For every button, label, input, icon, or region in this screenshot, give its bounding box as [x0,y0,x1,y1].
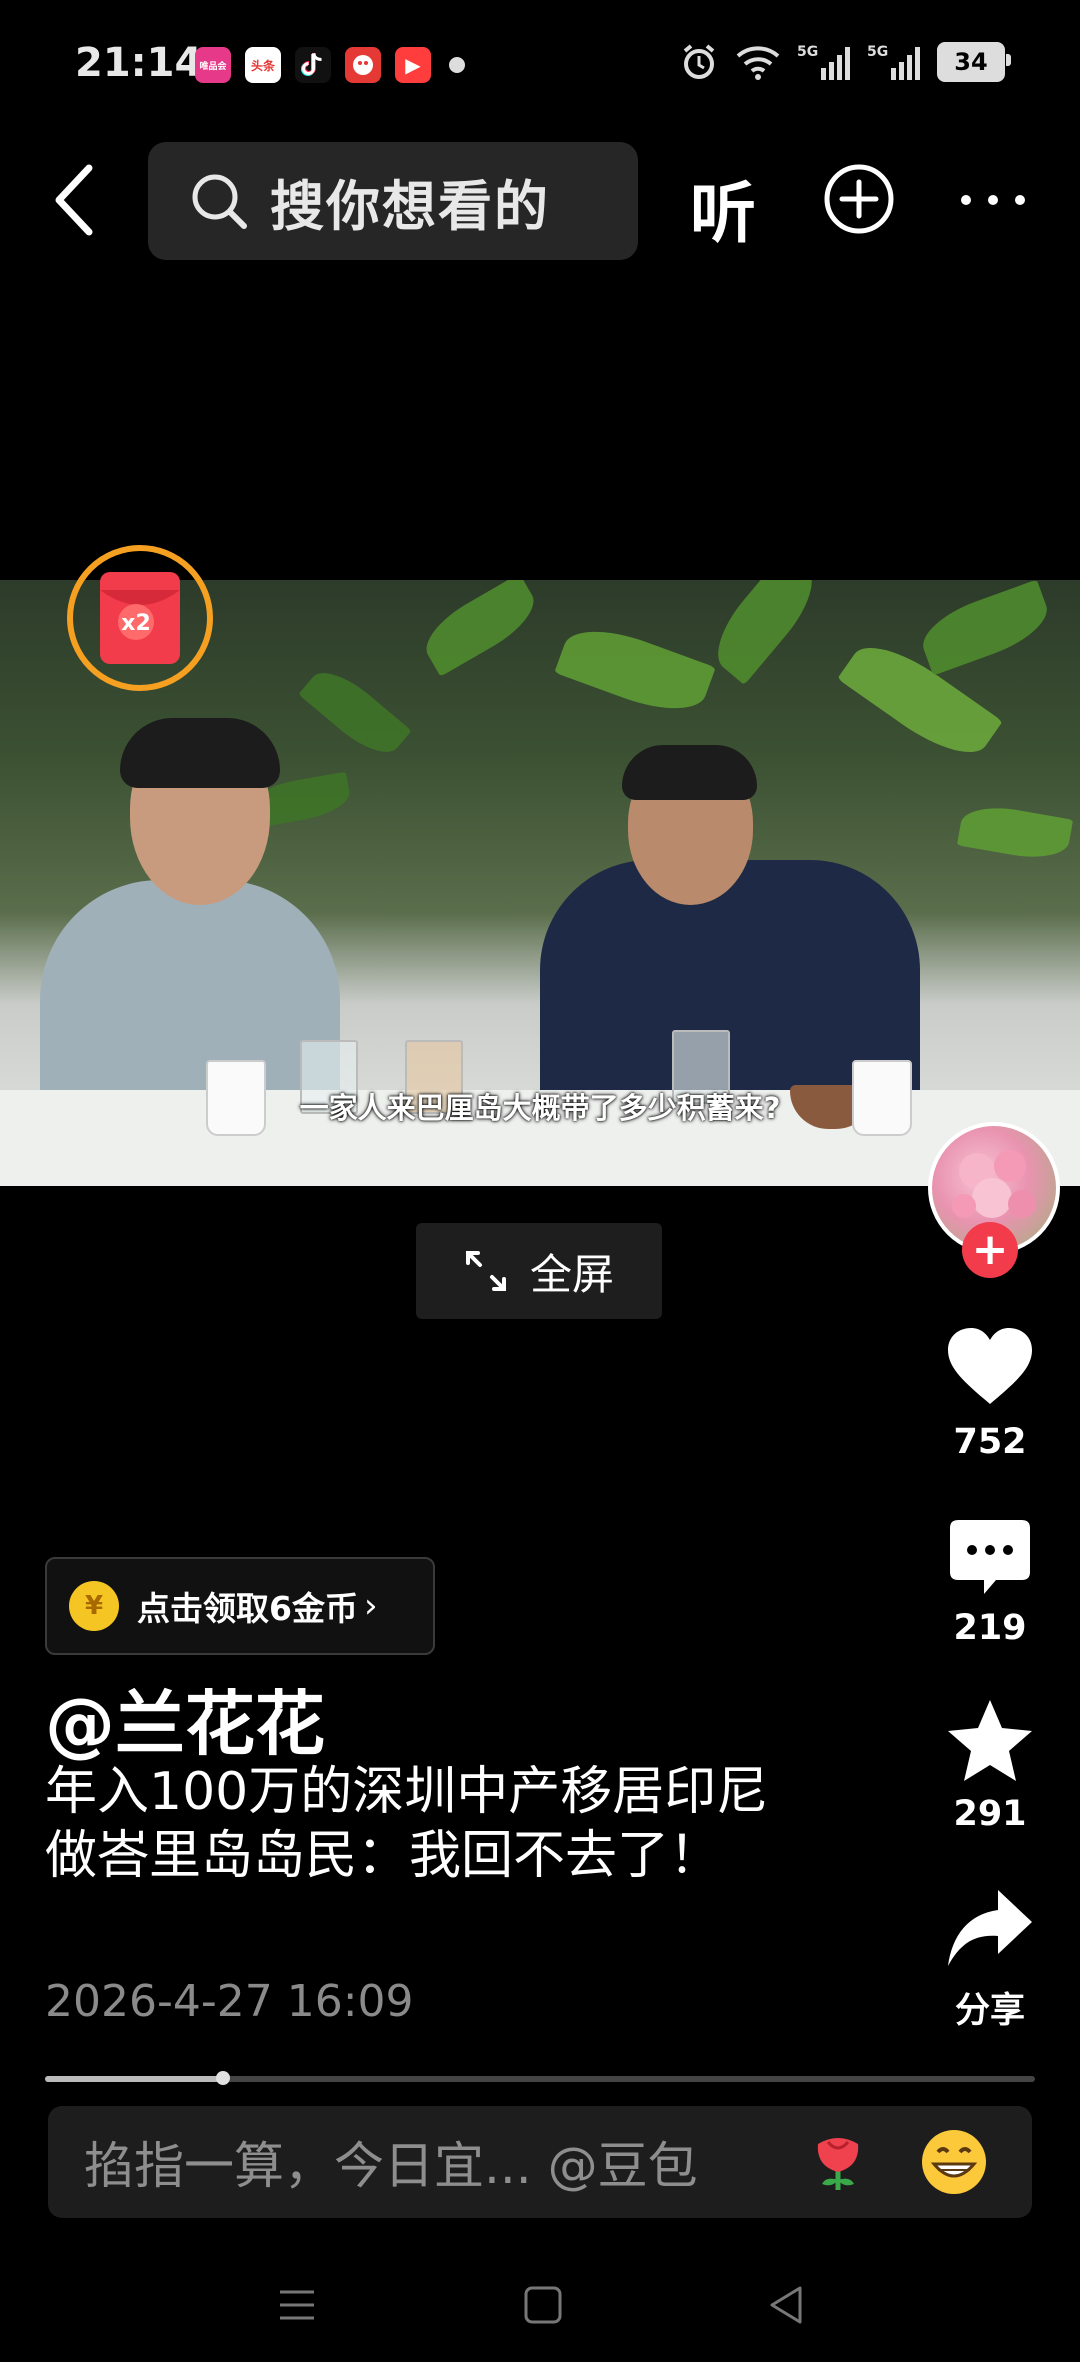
fullscreen-button[interactable]: 全屏 [416,1223,662,1319]
plant-leaf [956,800,1074,865]
svg-text:5G: 5G [867,44,888,60]
back-icon[interactable] [762,2280,812,2330]
douyin-app-icon [295,47,331,83]
heart-icon[interactable] [944,1322,1036,1414]
publish-date: 2026-4-27 16:09 [45,1976,414,2027]
follow-button[interactable]: + [962,1222,1018,1278]
coin-multiplier: x2 [121,611,151,636]
status-bar: 21:14 唯品会 头条 ▶ 5G 5G 34 [0,0,1080,130]
like-count: 752 [953,1422,1027,1462]
listen-button[interactable]: 听 [690,160,756,256]
share-label: 分享 [954,1991,1025,2031]
battery-indicator: 34 [937,42,1011,82]
plant-leaf [702,580,828,685]
author-name[interactable]: @兰花花 [45,1668,325,1769]
coin-reward-text: 点击领取6金币 [137,1589,358,1628]
search-icon [192,174,247,229]
wifi-icon [736,46,780,80]
person-right-hair [622,745,757,800]
person-left-hair [120,718,280,788]
video-app-icon: ▶ [395,47,431,83]
share-icon[interactable] [944,1884,1036,1976]
menu-icon[interactable] [272,2280,322,2330]
coin-reward-button[interactable]: ¥ 点击领取6金币 › [45,1557,435,1655]
comment-icon[interactable] [944,1514,1036,1606]
plant-leaf [298,659,412,766]
notification-icons: 唯品会 头条 ▶ [195,46,465,84]
chevron-right-icon: › [363,1586,378,1626]
system-nav-bar [0,2250,1080,2362]
add-circle-icon[interactable] [822,162,896,236]
status-right: 5G 5G 34 [679,40,1011,84]
grin-emoji-icon[interactable] [916,2124,992,2200]
comment-count: 219 [953,1608,1027,1648]
comment-placeholder: 掐指一算，今日宜... @豆包 [84,2137,698,2195]
plant-leaf [415,580,545,677]
expand-icon [465,1251,506,1291]
search-bar[interactable]: 搜你想看的 [148,142,638,260]
home-icon[interactable] [518,2280,568,2330]
more-icon[interactable] [958,190,1028,210]
game-app-icon [345,47,381,83]
fullscreen-label: 全屏 [529,1249,614,1299]
search-placeholder: 搜你想看的 [270,174,550,238]
progress-knob[interactable] [216,2071,230,2085]
back-arrow-icon[interactable] [45,160,105,240]
svg-text:5G: 5G [797,44,818,60]
more-notifications-dot [449,57,465,73]
gold-coin-icon: ¥ [69,1581,119,1631]
vip-app-icon: 唯品会 [195,47,231,83]
toutiao-app-icon: 头条 [245,47,281,83]
comment-input[interactable]: 掐指一算，今日宜... @豆包 [48,2106,1032,2218]
signal-5g-icon-2: 5G [867,44,920,80]
plant-leaf [554,616,716,724]
star-icon[interactable] [944,1696,1036,1788]
video-caption[interactable]: 年入100万的深圳中产移居印尼做峇里岛岛民：我回不去了！ [45,1760,805,1888]
favorite-count: 291 [953,1794,1027,1834]
alarm-icon [683,44,715,79]
signal-5g-icon: 5G [797,44,850,80]
video-subtitle: 一家人来巴厘岛大概带了多少积蓄来? [299,1091,781,1125]
rose-emoji-icon[interactable] [800,2124,876,2200]
plant-leaf [914,580,1056,676]
status-time: 21:14 [75,40,203,86]
progress-fill [45,2076,223,2082]
red-envelope-timer[interactable]: x2 [64,542,216,694]
